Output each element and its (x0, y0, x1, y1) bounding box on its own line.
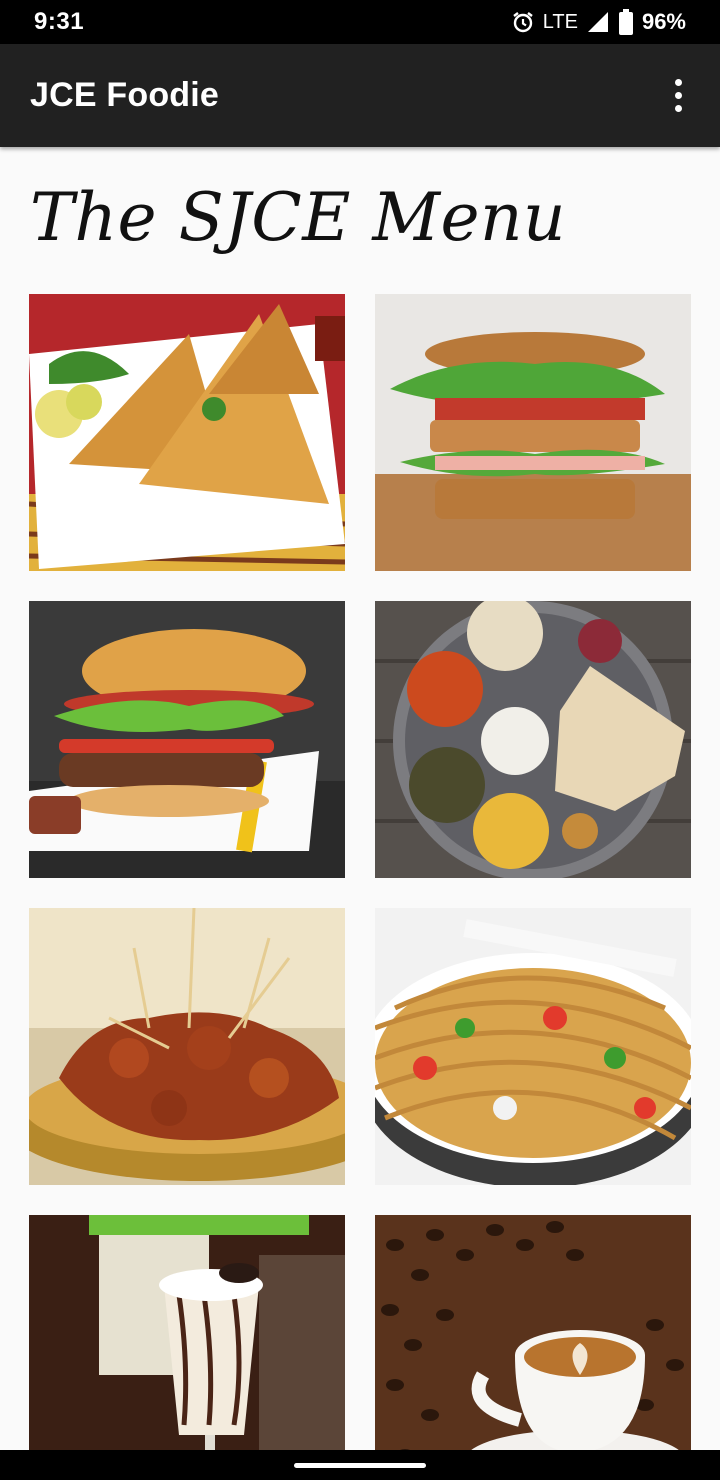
menu-item-burger[interactable] (29, 601, 345, 878)
network-type: LTE (542, 10, 578, 33)
menu-item-milkshake[interactable] (29, 1215, 345, 1450)
more-vert-icon[interactable] (662, 72, 694, 120)
menu-item-gobi-manchurian[interactable] (29, 908, 345, 1185)
menu-item-sandwich[interactable] (375, 294, 691, 571)
battery-level: 96% (641, 9, 686, 34)
home-handle[interactable] (294, 1462, 426, 1468)
menu-item-noodles[interactable] (375, 908, 691, 1185)
app-bar: JCE Foodie (0, 44, 720, 147)
menu-item-coffee[interactable] (375, 1215, 691, 1450)
menu-content: The SJCE Menu (0, 147, 720, 1450)
navigation-bar (0, 1450, 720, 1480)
menu-heading: The SJCE Menu (30, 179, 567, 256)
alarm-icon (511, 10, 535, 34)
battery-icon (618, 9, 634, 35)
menu-item-thali[interactable] (375, 601, 691, 878)
menu-item-samosa[interactable] (29, 294, 345, 571)
app-title: JCE Foodie (30, 76, 220, 114)
status-icons: LTE 96% (511, 9, 686, 35)
status-time: 9:31 (34, 8, 85, 35)
status-bar: 9:31 LTE 96% (0, 0, 720, 44)
signal-icon (586, 10, 610, 34)
